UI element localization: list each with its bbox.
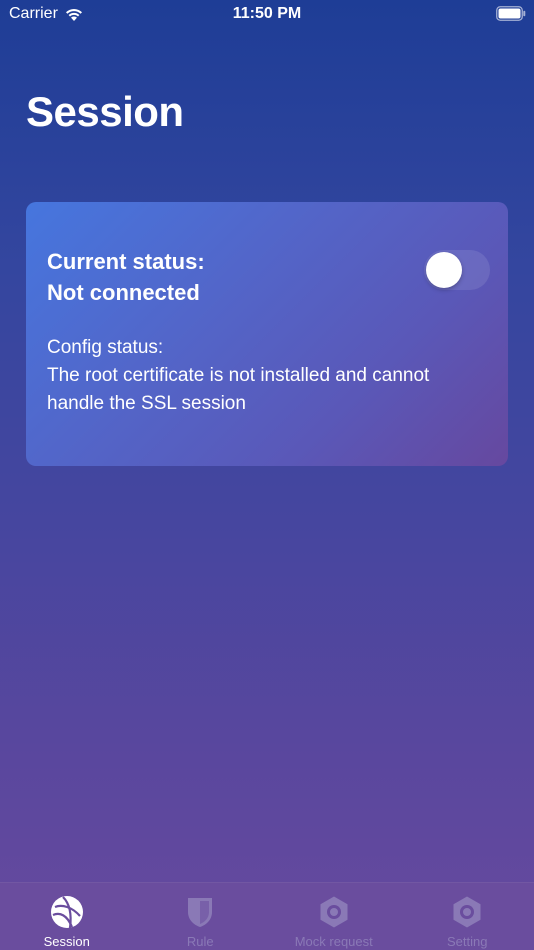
tab-bar: Session Rule Mock request Setting — [0, 882, 534, 950]
session-screen: Carrier 11:50 PM Session Current status:… — [0, 0, 534, 950]
current-status-label: Current status: — [47, 249, 205, 274]
tab-label-session: Session — [43, 934, 90, 949]
config-status-message: The root certificate is not installed an… — [47, 365, 430, 414]
connection-status-value: Not connected — [47, 280, 200, 305]
status-card: Current status: Not connected Config sta… — [26, 202, 508, 466]
tab-label-setting: Setting — [447, 934, 488, 949]
status-bar: Carrier 11:50 PM — [0, 0, 534, 30]
page-title: Session — [26, 88, 184, 135]
config-status-label: Config status: — [47, 337, 164, 358]
tab-session[interactable]: Session — [0, 883, 134, 950]
hexagon-icon — [320, 896, 348, 928]
tab-mock-request[interactable]: Mock request — [267, 883, 401, 950]
battery-icon — [496, 6, 526, 21]
tab-setting[interactable]: Setting — [401, 883, 534, 950]
globe-icon — [50, 896, 83, 929]
tab-label-mock-request: Mock request — [294, 934, 373, 949]
status-time: 11:50 PM — [232, 5, 302, 22]
connection-toggle[interactable] — [424, 250, 490, 290]
tab-rule[interactable]: Rule — [134, 883, 268, 950]
settings-icon — [453, 896, 481, 928]
tab-label-rule: Rule — [186, 934, 214, 949]
shield-icon — [188, 898, 213, 927]
toggle-knob — [426, 252, 462, 288]
